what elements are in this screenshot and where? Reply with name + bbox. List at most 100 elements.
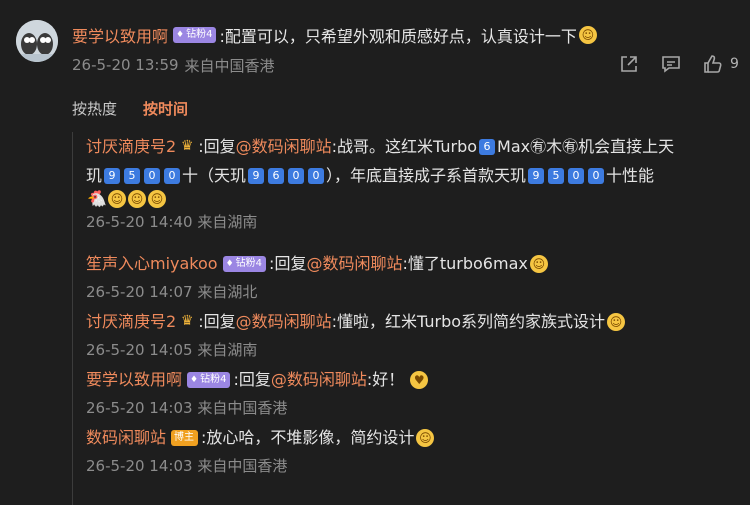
reply-text-cont: Max㊒木㊒机会直接上天 <box>497 137 675 156</box>
badge-label: 钻粉4 <box>186 29 213 40</box>
diamond-icon: ♦ <box>225 258 234 269</box>
reply-prefix: :回复 <box>198 137 236 156</box>
smile-emoji-icon: ☺ <box>108 190 126 208</box>
location: 来自湖南 <box>197 341 258 359</box>
reply-text: :懂啦，红米Turbo系列简约家族式设计 <box>331 312 606 331</box>
keycap-digit: 0 <box>288 167 305 184</box>
keycap-digit: 5 <box>548 167 565 184</box>
timestamp: 26-5-20 14:07 <box>86 283 193 301</box>
reply-username[interactable]: 笙声入心miyakoo <box>86 249 218 278</box>
sort-by-time[interactable]: 按时间 <box>143 98 188 119</box>
location: 来自中国香港 <box>197 399 288 417</box>
keycap-digit: 9 <box>528 167 545 184</box>
reply-prefix: :回复 <box>233 370 271 389</box>
reply-text-line: 玑 9 5 0 0 十（天玑 9 6 0 0 ），年底直接成子系首款天玑 9 5… <box>86 161 746 190</box>
timestamp: 26-5-20 14:03 <box>86 399 193 417</box>
keycap-digit: 9 <box>248 167 265 184</box>
reply-prefix: :回复 <box>269 254 307 273</box>
reply-text: ），年底直接成子系首款天玑 <box>326 166 527 185</box>
location: 来自湖南 <box>197 213 258 231</box>
reply-text-line: 要学以致用啊 ♦ 钻粉4 :回复 @数码闲聊站 :好！ ♥ <box>86 365 746 394</box>
avatar[interactable] <box>16 20 58 62</box>
reply-item: 讨厌滴庚号2 ♛ :回复 @数码闲聊站 :战哥。这红米Turbo 6 Max㊒木… <box>86 132 746 237</box>
crown-badge-icon: ♛ <box>180 313 194 329</box>
sort-bar: 按热度 按时间 <box>72 96 188 120</box>
crown-badge-icon: ♛ <box>180 138 194 154</box>
diamond-icon: ♦ <box>176 30 185 40</box>
reply-item: 讨厌滴庚号2 ♛ :回复 @数码闲聊站 :懂啦，红米Turbo系列简约家族式设计… <box>86 307 746 365</box>
reply-text-line: 数码闲聊站 博主 :放心哈，不堆影像，简约设计 ☺ <box>86 423 746 452</box>
reply-meta: 26-5-20 14:07 来自湖北 <box>86 278 746 307</box>
timestamp: 26-5-20 14:03 <box>86 457 193 475</box>
reply-meta: 26-5-20 14:40 来自湖南 <box>86 208 746 237</box>
reply-emoji-line: 🐔 ☺ ☺ ☺ <box>86 190 746 208</box>
top-comment-line: 要学以致用啊 ♦ 钻粉4 :配置可以，只希望外观和质感好点，认真设计一下 ☺ <box>72 23 597 47</box>
doge-emoji-icon: ☺ <box>416 428 435 447</box>
keycap-digit: 0 <box>164 167 181 184</box>
fan-badge: ♦ 钻粉4 <box>222 255 267 272</box>
owner-badge: 博主 <box>171 429 199 446</box>
reply-meta: 26-5-20 14:03 来自中国香港 <box>86 394 746 423</box>
heart-eyes-emoji-icon: ♥ <box>410 370 429 389</box>
reply-username[interactable]: 数码闲聊站 <box>86 423 166 452</box>
badge-label: 钻粉4 <box>200 373 227 385</box>
timestamp: 26-5-20 14:05 <box>86 341 193 359</box>
comment-actions: 9 <box>618 52 739 76</box>
keycap-digit: 0 <box>568 167 585 184</box>
reply-text: :放心哈，不堆影像，简约设计 <box>201 428 415 447</box>
mention-link[interactable]: @数码闲聊站 <box>306 249 402 278</box>
chicken-emoji-icon: 🐔 <box>87 189 107 208</box>
comment-text: :配置可以，只希望外观和质感好点，认真设计一下 <box>219 27 577 46</box>
diamond-icon: ♦ <box>190 374 199 385</box>
mention-link[interactable]: @数码闲聊站 <box>236 307 332 336</box>
reply-text: :懂了turbo6max <box>402 254 528 273</box>
keycap-digit: 6 <box>479 138 496 155</box>
location: 来自中国香港 <box>184 56 275 75</box>
timestamp: 26-5-20 14:40 <box>86 213 193 231</box>
reply-thread: 讨厌滴庚号2 ♛ :回复 @数码闲聊站 :战哥。这红米Turbo 6 Max㊒木… <box>72 132 750 505</box>
like-icon[interactable] <box>702 53 724 75</box>
keycap-digit: 9 <box>104 167 121 184</box>
doge-emoji-icon: ☺ <box>607 312 626 331</box>
sort-by-hot[interactable]: 按热度 <box>72 98 117 119</box>
smile-emoji-icon: ☺ <box>128 190 146 208</box>
badge-label: 博主 <box>174 431 195 443</box>
reply-meta: 26-5-20 14:03 来自中国香港 <box>86 452 746 481</box>
reply-username[interactable]: 讨厌滴庚号2 <box>86 132 176 161</box>
username[interactable]: 要学以致用啊 <box>72 23 168 47</box>
reply-text: 十性能 <box>606 166 655 185</box>
keycap-digit: 6 <box>268 167 285 184</box>
fan-badge: ♦ 钻粉4 <box>187 371 231 388</box>
reply-text: 十（天玑 <box>182 166 247 185</box>
reply-item: 数码闲聊站 博主 :放心哈，不堆影像，简约设计 ☺ 26-5-20 14:03 … <box>86 423 746 481</box>
reply-username[interactable]: 要学以致用啊 <box>86 365 182 394</box>
tongue-emoji-icon: ☺ <box>529 254 548 273</box>
like-count: 9 <box>730 56 739 72</box>
reply-item: 笙声入心miyakoo ♦ 钻粉4 :回复 @数码闲聊站 :懂了turbo6ma… <box>86 249 746 307</box>
comment-icon[interactable] <box>660 53 682 75</box>
keycap-digit: 0 <box>144 167 161 184</box>
tear-emoji-icon: ☺ <box>578 26 597 44</box>
timestamp: 26-5-20 13:59 <box>72 56 179 74</box>
reply-prefix: :回复 <box>198 312 236 331</box>
keycap-digit: 0 <box>588 167 605 184</box>
reply-item: 要学以致用啊 ♦ 钻粉4 :回复 @数码闲聊站 :好！ ♥ 26-5-20 14… <box>86 365 746 423</box>
top-comment: 要学以致用啊 ♦ 钻粉4 :配置可以，只希望外观和质感好点，认真设计一下 ☺ 2… <box>0 0 750 130</box>
fan-badge: ♦ 钻粉4 <box>173 27 217 43</box>
share-icon[interactable] <box>618 53 640 75</box>
reply-text: :好！ <box>366 370 405 389</box>
mention-link[interactable]: @数码闲聊站 <box>236 132 332 161</box>
reply-text-line: 讨厌滴庚号2 ♛ :回复 @数码闲聊站 :懂啦，红米Turbo系列简约家族式设计… <box>86 307 746 336</box>
reply-text: :战哥。这红米Turbo <box>331 137 478 156</box>
reply-text-line: 笙声入心miyakoo ♦ 钻粉4 :回复 @数码闲聊站 :懂了turbo6ma… <box>86 249 746 278</box>
reply-username[interactable]: 讨厌滴庚号2 <box>86 307 176 336</box>
location: 来自湖北 <box>197 283 258 301</box>
location: 来自中国香港 <box>197 457 288 475</box>
keycap-digit: 5 <box>124 167 141 184</box>
reply-meta: 26-5-20 14:05 来自湖南 <box>86 336 746 365</box>
reply-text-line: 讨厌滴庚号2 ♛ :回复 @数码闲聊站 :战哥。这红米Turbo 6 Max㊒木… <box>86 132 746 161</box>
reply-text: 玑 <box>86 166 103 185</box>
mention-link[interactable]: @数码闲聊站 <box>271 365 367 394</box>
badge-label: 钻粉4 <box>235 257 263 269</box>
keycap-digit: 0 <box>308 167 325 184</box>
